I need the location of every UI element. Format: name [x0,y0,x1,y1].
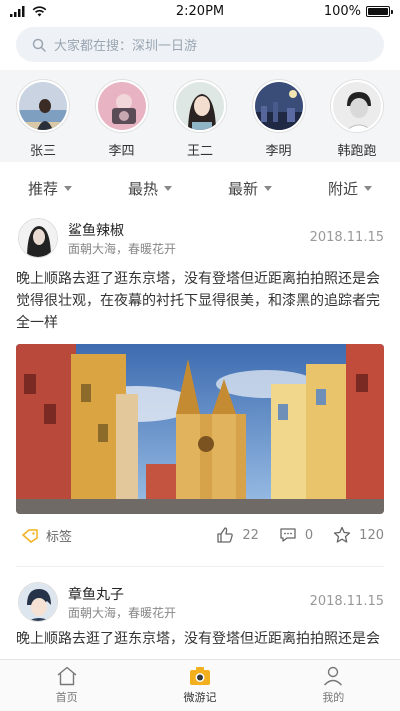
friend-name: 张三 [29,144,56,159]
status-time: 2:20PM [175,3,225,19]
status-right: 100% [310,3,393,19]
filter-label: 最热 [127,179,158,198]
post-card[interactable]: 章鱼丸子 面朝大海，春暖花开 2018.11.15 晚上顺路去逛了逛东京塔，没有… [0,576,400,650]
search-icon [32,38,46,52]
friend-item[interactable]: 韩跑跑 [326,70,388,162]
post-date: 2018.11.15 [309,594,384,609]
post-text: 晚上顺路去逛了逛东京塔，没有登塔但近距离拍拍照还是会 [16,631,380,647]
caret-down-icon [264,185,272,191]
avatar-man-bw[interactable] [331,80,383,132]
like-button[interactable]: 22 [216,526,259,544]
friend-name: 李明 [265,144,292,159]
status-bar: 2:20PM 100% [0,0,400,22]
friend-item[interactable]: 王二 [169,70,231,162]
home-icon [57,666,77,686]
filter-nearby[interactable]: 附近 [300,172,400,204]
signal-icon [10,5,25,17]
post-actions: 标签 22 0 120 [0,514,400,554]
search-input[interactable]: 大家都在搜：深圳一日游 [16,27,384,62]
tag-button[interactable]: 标签 [22,526,72,545]
nav-label: 微游记 [183,691,217,704]
post-text: 晚上顺路去逛了逛东京塔，没有登塔但近距离拍拍照还是会觉得很壮观，在夜幕的衬托下显… [16,271,380,331]
camera-icon [189,667,210,685]
favorite-button[interactable]: 120 [333,526,384,544]
filter-newest[interactable]: 最新 [200,172,300,204]
friend-name: 韩跑跑 [337,144,377,159]
like-count: 22 [242,527,259,543]
friends-strip: 张三 李四 王二 李明 韩跑跑 [0,70,400,162]
friend-name: 李四 [108,144,135,159]
nav-home[interactable]: 首页 [0,660,133,711]
tag-icon [22,528,38,543]
caret-down-icon [364,185,372,191]
wifi-icon [32,5,47,16]
nav-label: 我的 [322,691,345,704]
user-icon [324,666,343,686]
post-subtitle: 面朝大海，春暖花开 [68,242,177,256]
nav-label: 首页 [55,691,78,704]
avatar-pink-camera[interactable] [95,80,148,132]
post-subtitle: 面朝大海，春暖花开 [68,606,177,620]
avatar-girl-portrait[interactable] [174,80,226,132]
post-header: 鲨鱼辣椒 面朝大海，春暖花开 2018.11.15 [0,212,400,268]
post-username[interactable]: 章鱼丸子 [68,584,124,604]
nav-travel-notes[interactable]: 微游记 [133,660,266,711]
filter-hottest[interactable]: 最热 [100,172,200,204]
friend-item[interactable]: 李四 [91,70,153,162]
filter-label: 最新 [227,179,258,198]
bottom-nav: 首页 微游记 我的 [0,659,400,711]
favorite-count: 120 [359,527,384,543]
search-placeholder: 大家都在搜：深圳一日游 [54,39,198,54]
post-image[interactable] [16,344,384,514]
filter-recommend[interactable]: 推荐 [0,172,100,204]
caret-down-icon [164,185,172,191]
post-header: 章鱼丸子 面朝大海，春暖花开 2018.11.15 [0,576,400,628]
friend-item[interactable]: 张三 [12,70,74,162]
filter-bar: 推荐 最热 最新 附近 [0,172,400,204]
caret-down-icon [64,185,72,191]
status-left [10,5,90,17]
avatar[interactable] [18,218,58,258]
filter-label: 推荐 [27,179,58,198]
filter-label: 附近 [327,179,358,198]
avatar[interactable] [18,582,58,622]
post-username[interactable]: 鲨鱼辣椒 [68,220,124,240]
post-date: 2018.11.15 [309,230,384,245]
thumbs-up-icon [217,527,234,543]
comment-count: 0 [304,527,314,543]
friend-item[interactable]: 李明 [248,70,310,162]
friend-name: 王二 [186,144,213,159]
battery-fill [368,7,388,15]
battery-icon [366,5,393,17]
divider [16,566,384,567]
comment-button[interactable]: 0 [279,526,313,544]
comment-icon [280,528,296,542]
star-icon [334,526,351,543]
post-card[interactable]: 鲨鱼辣椒 面朝大海，春暖花开 2018.11.15 晚上顺路去逛了逛东京塔，没有… [0,212,400,554]
tag-label: 标签 [46,530,73,545]
post-stats: 22 0 120 [216,526,384,544]
nav-profile[interactable]: 我的 [267,660,400,711]
battery-percent: 100% [323,3,361,19]
avatar-woman-beach[interactable] [17,80,69,132]
avatar-night-city[interactable] [252,80,305,132]
